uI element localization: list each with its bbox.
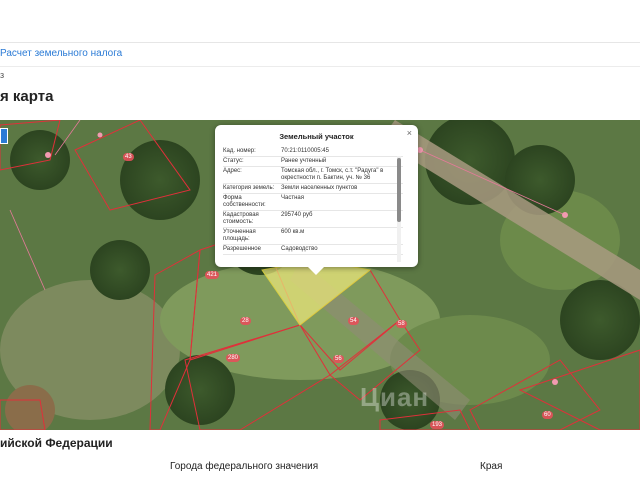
detail-label: Кадастровая стоимость: bbox=[223, 212, 259, 225]
top-navigation-bar bbox=[0, 0, 640, 43]
plot-number-label[interactable]: 43 bbox=[123, 153, 134, 161]
detail-label: Уточненная площадь: bbox=[223, 229, 256, 242]
detail-value: 295740 руб bbox=[281, 212, 313, 218]
detail-label: Форма собственности: bbox=[223, 195, 266, 208]
plot-number-label[interactable]: 280 bbox=[226, 354, 241, 362]
detail-row: Форма собственности: Частная bbox=[223, 194, 403, 211]
breadcrumb-fragment: з bbox=[0, 70, 5, 80]
plot-number-label[interactable]: 54 bbox=[348, 317, 359, 325]
detail-row: Статус: Ранее учтенный bbox=[223, 157, 403, 167]
detail-label: Категория земель: bbox=[223, 185, 275, 191]
popup-details: Кад. номер: 70:21:0110005:45 Статус: Ран… bbox=[223, 147, 403, 260]
detail-value: 600 кв.м bbox=[281, 229, 305, 235]
breadcrumb-link-land-tax[interactable]: Расчет земельного налога bbox=[0, 48, 122, 62]
detail-value: Земли населенных пунктов bbox=[281, 185, 358, 191]
page-title: я карта bbox=[0, 88, 54, 105]
detail-row: Кад. номер: 70:21:0110005:45 bbox=[223, 147, 403, 157]
detail-label: Кад. номер: bbox=[223, 148, 256, 154]
detail-label: Адрес: bbox=[223, 168, 242, 174]
land-plot-popup: Земельный участок × Кад. номер: 70:21:01… bbox=[215, 125, 418, 275]
plot-number-label[interactable]: 421 bbox=[205, 271, 220, 279]
detail-row: Кадастровая стоимость: 295740 руб bbox=[223, 211, 403, 228]
detail-value: Садоводство bbox=[281, 246, 318, 252]
column-header-krai: Края bbox=[480, 461, 503, 472]
detail-row: Уточненная площадь: 600 кв.м bbox=[223, 228, 403, 245]
watermark-logo: Циан bbox=[360, 382, 430, 412]
plot-number-label[interactable]: 28 bbox=[240, 317, 251, 325]
plot-number-label[interactable]: 60 bbox=[542, 411, 553, 419]
popup-title: Земельный участок bbox=[279, 132, 354, 141]
detail-row: Категория земель: Земли населенных пункт… bbox=[223, 184, 403, 194]
plot-number-label[interactable]: 193 bbox=[430, 421, 445, 429]
detail-label: Статус: bbox=[223, 158, 244, 164]
detail-value: Томская обл., г. Томск, с.т. "Радуга" в … bbox=[281, 168, 384, 181]
detail-value: Частная bbox=[281, 195, 304, 201]
plot-number-label[interactable]: 56 bbox=[333, 355, 344, 363]
detail-row: Адрес: Томская обл., г. Томск, с.т. "Рад… bbox=[223, 167, 403, 184]
column-header-federal-cities: Города федерального значения bbox=[170, 461, 319, 472]
scrollbar-thumb[interactable] bbox=[397, 158, 401, 222]
divider bbox=[0, 66, 640, 67]
close-icon[interactable]: × bbox=[407, 128, 412, 138]
map-control-button[interactable] bbox=[0, 128, 8, 144]
detail-value: Ранее учтенный bbox=[281, 158, 327, 164]
popup-scrollbar[interactable] bbox=[397, 156, 401, 262]
section-title: ийской Федерации bbox=[0, 436, 113, 450]
detail-value: 70:21:0110005:45 bbox=[281, 148, 329, 154]
detail-label: Разрешенное bbox=[223, 246, 261, 252]
detail-row: Разрешенное Садоводство bbox=[223, 245, 403, 255]
plot-number-label[interactable]: 58 bbox=[396, 320, 407, 328]
